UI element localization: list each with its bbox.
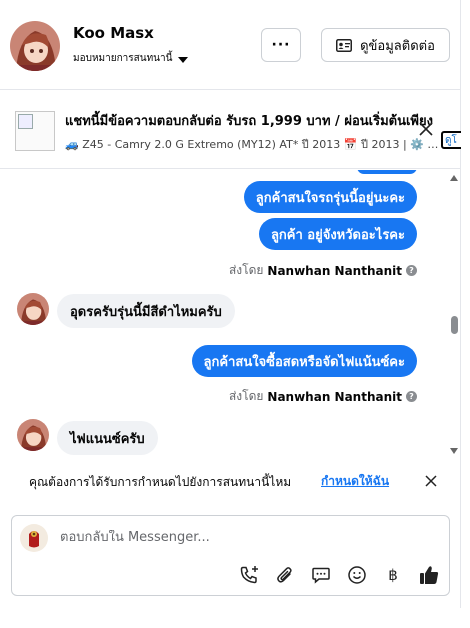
baht-icon[interactable]: ฿ — [381, 563, 405, 587]
avatar[interactable] — [17, 419, 49, 451]
chat-bubble-icon[interactable] — [309, 563, 333, 587]
help-icon[interactable]: ? — [406, 391, 417, 402]
calendar-icon: 📅 — [343, 138, 358, 151]
ad-subtitle-ellipsis: … — [427, 138, 439, 151]
assign-prompt: คุณต้องการได้รับการกำหนดไปยังการสนทนานี้… — [0, 460, 461, 500]
view-contact-button[interactable]: ดูข้อมูลติดต่อ — [321, 28, 450, 62]
anime-avatar-icon — [10, 21, 60, 71]
car-icon: 🚙 — [65, 138, 79, 151]
composer-toolbar: ฿ — [237, 563, 441, 587]
scroll-up-arrow-icon[interactable] — [450, 175, 458, 181]
close-icon[interactable] — [419, 122, 433, 136]
ad-thumbnail[interactable] — [15, 111, 55, 151]
assign-label: มอบหมายการสนทนานี้ — [73, 53, 173, 64]
reply-input[interactable] — [60, 530, 420, 545]
view-contact-label: ดูข้อมูลติดต่อ — [360, 38, 435, 54]
conversation-header: Koo Masx มอบหมายการสนทนานี้ ··· ดูข้อมูล… — [0, 0, 461, 90]
assign-conversation-dropdown[interactable]: มอบหมายการสนทนานี้ — [73, 51, 189, 66]
more-options-label: ··· — [271, 37, 291, 53]
message-bubble-outgoing[interactable]: ลูกค้า อยู่จังหวัดอะไรคะ — [258, 218, 417, 250]
sent-by-name: Nanwhan Nanthanit — [267, 263, 402, 278]
message-bubble-outgoing[interactable]: ลูกค้าสนใจซื้อสดหรือจัดไฟแน้นซ์คะ — [191, 345, 417, 377]
scrollbar-thumb[interactable] — [451, 316, 458, 334]
thumbs-up-icon[interactable] — [417, 563, 441, 587]
contact-name: Koo Masx — [73, 24, 154, 42]
anime-avatar-icon — [17, 419, 49, 451]
sent-by-label: ส่งโดย Nanwhan Nanthanit ? — [229, 261, 417, 280]
ad-context-banner: แชทนี้มีข้อความตอบกลับต่อ รับรถ 1,999 บา… — [0, 91, 461, 169]
smile-icon[interactable] — [345, 563, 369, 587]
help-icon[interactable]: ? — [406, 265, 417, 276]
phone-add-icon[interactable] — [237, 563, 261, 587]
scroll-down-arrow-icon[interactable] — [450, 448, 458, 454]
message-bubble-outgoing[interactable]: ลูกค้าสนใจรถรุ่นนี้อยู่นะคะ — [243, 181, 417, 213]
assign-to-me-link[interactable]: กำหนดให้ฉัน — [321, 472, 389, 491]
message-thread: ลูกค้าสนใจรถรุ่นนี้อยู่นะคะ ลูกค้า อยู่จ… — [0, 170, 446, 460]
message-composer: ฿ — [11, 515, 450, 596]
sent-by-prefix: ส่งโดย — [228, 263, 264, 277]
message-bubble-incoming[interactable]: อุดรครับรุ่นนี้มีสีดำไหมครับ — [57, 294, 235, 328]
avatar[interactable] — [17, 293, 49, 325]
avatar[interactable] — [10, 21, 60, 71]
sent-by-prefix: ส่งโดย — [228, 389, 264, 403]
message-bubble-incoming[interactable]: ไฟแนนซ์ครับ — [57, 421, 158, 455]
anime-avatar-icon — [17, 293, 49, 325]
caret-down-icon — [178, 56, 189, 63]
close-icon[interactable] — [425, 475, 437, 487]
chat-panel: Koo Masx มอบหมายการสนทนานี้ ··· ดูข้อมูล… — [0, 0, 461, 608]
ad-title: แชทนี้มีข้อความตอบกลับต่อ รับรถ 1,999 บา… — [65, 114, 433, 129]
paperclip-icon[interactable] — [273, 563, 297, 587]
sent-by-label: ส่งโดย Nanwhan Nanthanit ? — [229, 387, 417, 406]
page-avatar — [20, 524, 48, 552]
ad-view-link[interactable]: ดูโ — [441, 131, 461, 149]
gear-icon: ⚙️ — [410, 138, 424, 151]
message-bubble-outgoing-partial — [357, 170, 417, 174]
page-logo-icon — [20, 524, 48, 552]
sent-by-name: Nanwhan Nanthanit — [267, 389, 402, 404]
contact-card-icon — [336, 38, 353, 52]
more-options-button[interactable]: ··· — [261, 28, 301, 62]
ad-subtitle-part2: ปี 2013 | — [361, 138, 407, 151]
ad-subtitle: 🚙 Z45 - Camry 2.0 G Extremo (MY12) AT* ป… — [65, 135, 438, 153]
assign-prompt-text: คุณต้องการได้รับการกำหนดไปยังการสนทนานี้… — [29, 475, 292, 489]
ad-subtitle-part1: Z45 - Camry 2.0 G Extremo (MY12) AT* ปี … — [82, 138, 341, 151]
